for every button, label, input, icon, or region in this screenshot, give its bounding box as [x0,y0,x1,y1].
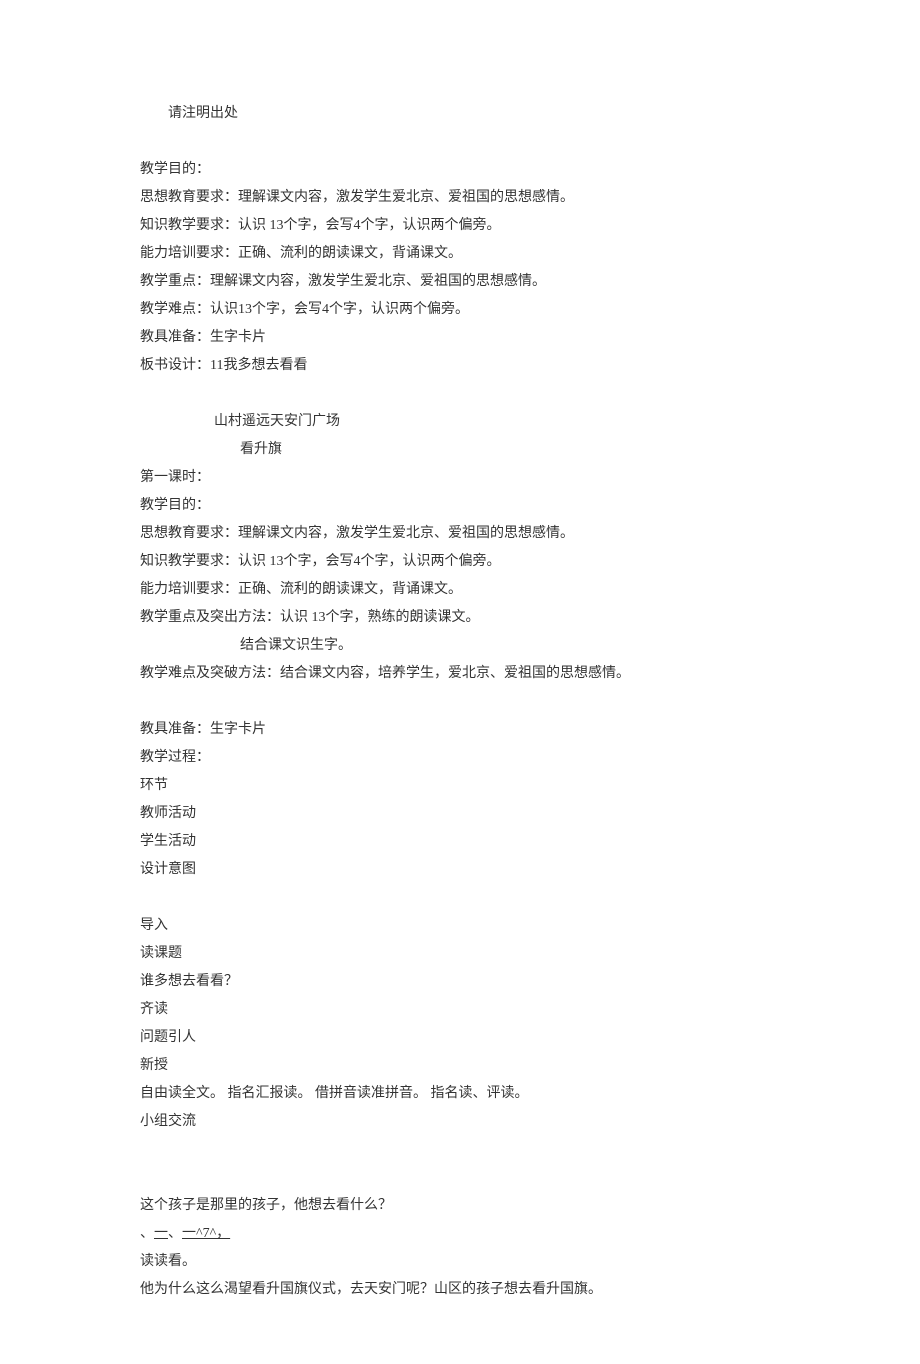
teaching-tools: 教具准备：生字卡片 [140,324,780,352]
lesson-objective-title: 教学目的： [140,492,780,520]
symbol-mid: 、 [168,1226,182,1241]
lesson-emphasis-sub: 结合课文识生字。 [140,632,780,660]
lesson-ability: 能力培训要求：正确、流利的朗读课文，背诵课文。 [140,576,780,604]
teaching-difficulty: 教学难点：认识13个字，会写4个字，认识两个偏旁。 [140,296,780,324]
intro-step: 导入 [140,912,780,940]
ability-requirement: 能力培训要求：正确、流利的朗读课文，背诵课文。 [140,240,780,268]
symbol-prefix: 、 [140,1226,154,1241]
lesson-tools: 教具准备：生字卡片 [140,716,780,744]
qi-read: 齐读 [140,996,780,1024]
lesson-knowledge: 知识教学要求：认识 13个字，会写4个字，认识两个偏旁。 [140,548,780,576]
question-1: 这个孩子是那里的孩子，他想去看什么？ [140,1192,780,1220]
board-line-2: 看升旗 [140,436,780,464]
spacer [140,1136,780,1164]
teaching-emphasis: 教学重点：理解课文内容，激发学生爱北京、爱祖国的思想感情。 [140,268,780,296]
read-title-step: 读课题 [140,940,780,968]
spacer [140,380,780,408]
spacer [140,688,780,716]
spacer [140,884,780,912]
symbols-line: 、一、一^7^， [140,1220,780,1248]
knowledge-requirement: 知识教学要求：认识 13个字，会写4个字，认识两个偏旁。 [140,212,780,240]
ideological-requirement: 思想教育要求：理解课文内容，激发学生爱北京、爱祖国的思想感情。 [140,184,780,212]
board-line-1: 山村遥远天安门广场 [140,408,780,436]
teaching-process-title: 教学过程： [140,744,780,772]
free-read-line: 自由读全文。 指名汇报读。 借拼音读准拼音。 指名读、评读。 [140,1080,780,1108]
spacer [140,128,780,156]
lesson-emphasis: 教学重点及突出方法：认识 13个字，熟练的朗读课文。 [140,604,780,632]
read-dudukan: 读读看。 [140,1248,780,1276]
board-design: 板书设计：11我多想去看看 [140,352,780,380]
question-intro: 问题引人 [140,1024,780,1052]
column-header-3: 学生活动 [140,828,780,856]
lesson-difficulty: 教学难点及突破方法：结合课文内容，培养学生，爱北京、爱祖国的思想感情。 [140,660,780,688]
lesson-ideological: 思想教育要求：理解课文内容，激发学生爱北京、爱祖国的思想感情。 [140,520,780,548]
who-question: 谁多想去看看？ [140,968,780,996]
group-discuss: 小组交流 [140,1108,780,1136]
attribution-note: 请注明出处 [140,100,780,128]
spacer [140,1164,780,1192]
column-header-1: 环节 [140,772,780,800]
question-2: 他为什么这么渴望看升国旗仪式，去天安门呢？山区的孩子想去看升国旗。 [140,1276,780,1304]
xin-shou: 新授 [140,1052,780,1080]
column-header-2: 教师活动 [140,800,780,828]
lesson-one-title: 第一课时： [140,464,780,492]
column-header-4: 设计意图 [140,856,780,884]
symbol-underline-2: 一^7^， [182,1226,230,1241]
symbol-underline-1: 一 [154,1226,168,1241]
teaching-objective-title: 教学目的： [140,156,780,184]
